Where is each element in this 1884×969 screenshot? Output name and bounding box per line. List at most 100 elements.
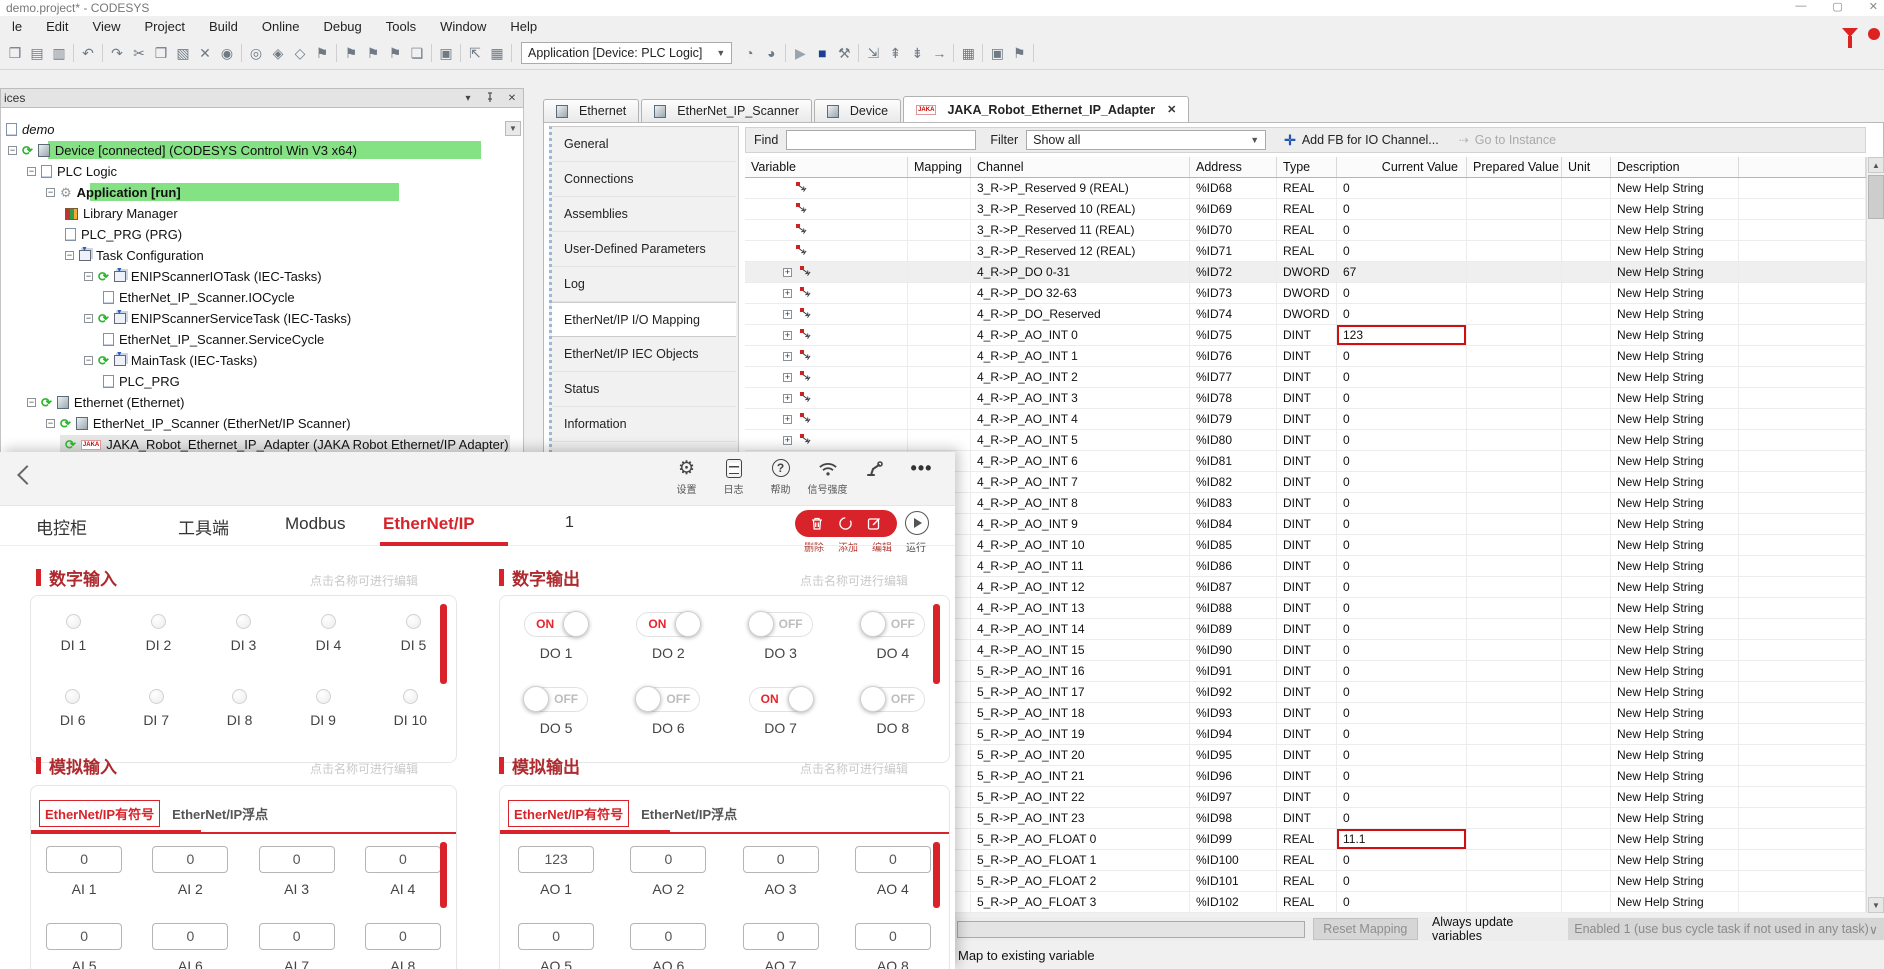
menu-item-view[interactable]: View bbox=[81, 19, 133, 34]
do-label[interactable]: DO 2 bbox=[652, 645, 685, 661]
stop-icon[interactable]: ■ bbox=[811, 45, 833, 61]
ai-value-field[interactable]: 0 bbox=[365, 923, 441, 950]
table-row[interactable]: +4_R->P_AO_INT 1%ID76DINT0New Help Strin… bbox=[745, 346, 1866, 367]
menu-item-edit[interactable]: Edit bbox=[34, 19, 80, 34]
app-tab-modbus[interactable]: Modbus bbox=[285, 514, 345, 534]
di-label[interactable]: DI 5 bbox=[401, 637, 427, 653]
more-icon[interactable]: ••• bbox=[898, 456, 945, 481]
di-indicator[interactable] bbox=[406, 614, 421, 629]
replace-icon[interactable]: ◎ bbox=[245, 45, 267, 62]
ao-label[interactable]: AO 1 bbox=[540, 881, 572, 897]
di-label[interactable]: DI 6 bbox=[60, 712, 86, 728]
ao-value-field[interactable]: 0 bbox=[743, 846, 819, 873]
do-toggle[interactable]: OFF bbox=[749, 612, 813, 637]
sidebar-item-ethernet-ip-iec-objects[interactable]: EtherNet/IP IEC Objects bbox=[552, 337, 736, 372]
di-label[interactable]: DI 1 bbox=[61, 637, 87, 653]
filter-funnel-icon[interactable] bbox=[1842, 28, 1858, 37]
di-label[interactable]: DI 8 bbox=[227, 712, 253, 728]
tree-item[interactable]: −⟳ENIPScannerIOTask (IEC-Tasks) bbox=[0, 266, 524, 287]
di-indicator[interactable] bbox=[321, 614, 336, 629]
do-label[interactable]: DO 6 bbox=[652, 720, 685, 736]
save-icon[interactable]: ▤ bbox=[26, 45, 48, 62]
filter-select[interactable]: Show all ▼ bbox=[1026, 130, 1266, 150]
do-toggle[interactable]: OFF bbox=[861, 612, 925, 637]
tree-item[interactable]: −⚙Application [run] bbox=[0, 182, 524, 203]
di-indicator[interactable] bbox=[65, 689, 80, 704]
tree-collapse-icon[interactable]: − bbox=[65, 251, 74, 260]
row-expand-icon[interactable]: + bbox=[783, 373, 792, 382]
settings-icon[interactable]: ⚙设置 bbox=[663, 456, 710, 496]
close-icon[interactable]: ✕ bbox=[1167, 103, 1176, 116]
column-header-address[interactable]: Address bbox=[1190, 157, 1277, 177]
tree-item[interactable]: EtherNet_IP_Scanner.IOCycle bbox=[0, 287, 524, 308]
di-label[interactable]: DI 9 bbox=[310, 712, 336, 728]
ao-label[interactable]: AO 4 bbox=[877, 881, 909, 897]
tree-item[interactable]: −⟳MainTask (IEC-Tasks) bbox=[0, 350, 524, 371]
ai-value-field[interactable]: 0 bbox=[152, 846, 228, 873]
row-expand-icon[interactable]: + bbox=[783, 331, 792, 340]
table-row[interactable]: +4_R->P_DO 32-63%ID73DWORD0New Help Stri… bbox=[745, 283, 1866, 304]
do-toggle[interactable]: ON bbox=[524, 612, 588, 637]
panel-close-icon[interactable]: ✕ bbox=[501, 93, 523, 104]
ai-label[interactable]: AI 8 bbox=[390, 958, 415, 969]
ai-label[interactable]: AI 3 bbox=[284, 881, 309, 897]
undo-icon[interactable]: ↶ bbox=[77, 45, 99, 62]
cart-icon[interactable]: ▣ bbox=[986, 45, 1008, 62]
table-row[interactable]: +4_R->P_DO 0-31%ID72DWORD67New Help Stri… bbox=[745, 262, 1866, 283]
goto-instance-button[interactable]: ⇢ Go to Instance bbox=[1449, 129, 1566, 151]
di-label[interactable]: DI 10 bbox=[394, 712, 427, 728]
row-expand-icon[interactable]: + bbox=[783, 268, 792, 277]
do-label[interactable]: DO 8 bbox=[877, 720, 910, 736]
print-icon[interactable]: ▥ bbox=[48, 45, 70, 62]
wrench-icon[interactable]: ⚒ bbox=[833, 45, 855, 62]
row-expand-icon[interactable]: + bbox=[783, 352, 792, 361]
application-combo[interactable]: Application [Device: PLC Logic]▼ bbox=[521, 42, 732, 64]
ao-label[interactable]: AO 7 bbox=[765, 958, 797, 969]
column-header-prepared-value[interactable]: Prepared Value bbox=[1467, 157, 1562, 177]
options-icon[interactable]: ⚑ bbox=[1008, 45, 1030, 62]
table-row[interactable]: 3_R->P_Reserved 9 (REAL)%ID68REAL0New He… bbox=[745, 178, 1866, 199]
do-label[interactable]: DO 1 bbox=[540, 645, 573, 661]
do-label[interactable]: DO 4 bbox=[877, 645, 910, 661]
sidebar-item-assemblies[interactable]: Assemblies bbox=[552, 197, 736, 232]
ao-value-field[interactable]: 0 bbox=[855, 923, 931, 950]
sidebar-item-information[interactable]: Information bbox=[552, 407, 736, 442]
ai-label[interactable]: AI 6 bbox=[178, 958, 203, 969]
sidebar-item-user-defined-parameters[interactable]: User-Defined Parameters bbox=[552, 232, 736, 267]
ai-value-field[interactable]: 0 bbox=[46, 923, 122, 950]
table-row[interactable]: 3_R->P_Reserved 10 (REAL)%ID69REAL0New H… bbox=[745, 199, 1866, 220]
do-toggle[interactable]: ON bbox=[636, 612, 700, 637]
table-row[interactable]: +4_R->P_AO_INT 4%ID79DINT0New Help Strin… bbox=[745, 409, 1866, 430]
step-into-icon[interactable]: ⇲ bbox=[862, 45, 884, 62]
redo-icon[interactable]: ↷ bbox=[106, 45, 128, 62]
scrollbar-thumb[interactable] bbox=[1868, 175, 1884, 219]
scroll-down-icon[interactable]: ▼ bbox=[1868, 897, 1884, 913]
column-header-description[interactable]: Description bbox=[1611, 157, 1739, 177]
table-row[interactable]: +4_R->P_AO_INT 5%ID80DINT0New Help Strin… bbox=[745, 430, 1866, 451]
column-header-unit[interactable]: Unit bbox=[1562, 157, 1611, 177]
step-over-icon[interactable]: ⇞ bbox=[884, 45, 906, 62]
tree-collapse-icon[interactable]: − bbox=[46, 188, 55, 197]
tree-item[interactable]: −⟳ENIPScannerServiceTask (IEC-Tasks) bbox=[0, 308, 524, 329]
delete-icon[interactable]: ✕ bbox=[194, 45, 216, 62]
add-fb-button[interactable]: ✛ Add FB for IO Channel... bbox=[1274, 129, 1449, 151]
do-toggle[interactable]: OFF bbox=[636, 687, 700, 712]
robot-icon[interactable] bbox=[851, 456, 898, 481]
bookmark-clear-icon[interactable]: ⚑ bbox=[384, 45, 406, 62]
edit-icon[interactable] bbox=[867, 516, 882, 531]
panel-dropdown-icon[interactable]: ▾ bbox=[457, 93, 479, 104]
toggle-knob[interactable] bbox=[860, 611, 886, 637]
ao-label[interactable]: AO 5 bbox=[540, 958, 572, 969]
sidebar-item-log[interactable]: Log bbox=[552, 267, 736, 302]
sidebar-item-status[interactable]: Status bbox=[552, 372, 736, 407]
toggle-knob[interactable] bbox=[748, 611, 774, 637]
ai-label[interactable]: AI 1 bbox=[72, 881, 97, 897]
close-icon[interactable]: ✕ bbox=[1869, 0, 1878, 13]
ai-value-field[interactable]: 0 bbox=[46, 846, 122, 873]
tree-item[interactable]: −⟳Device [connected] (CODESYS Control Wi… bbox=[0, 140, 524, 161]
run-to-cursor-icon[interactable]: → bbox=[928, 45, 950, 61]
tree-item[interactable]: EtherNet_IP_Scanner.ServiceCycle bbox=[0, 329, 524, 350]
toggle-knob[interactable] bbox=[675, 611, 701, 637]
menu-item-debug[interactable]: Debug bbox=[311, 19, 373, 34]
ai-value-field[interactable]: 0 bbox=[259, 846, 335, 873]
